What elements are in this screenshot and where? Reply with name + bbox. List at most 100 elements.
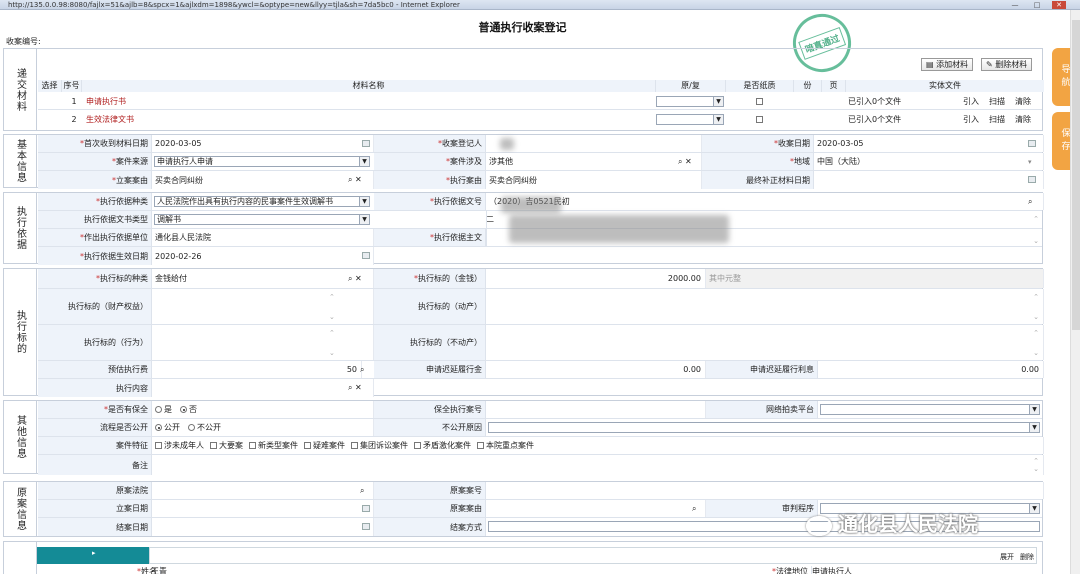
- page-scrollbar[interactable]: [1070, 10, 1080, 574]
- scroll-down-icon[interactable]: ⌄: [1033, 313, 1039, 321]
- source-select[interactable]: 申请执行人申请 ▼: [154, 156, 370, 167]
- import-link[interactable]: 引入: [963, 111, 987, 128]
- orig-select[interactable]: ▼: [656, 96, 724, 107]
- scroll-down-icon[interactable]: ⌄: [329, 349, 1039, 357]
- minimize-button[interactable]: —: [1008, 1, 1022, 9]
- feature-checkbox[interactable]: [304, 442, 311, 449]
- delay-field[interactable]: 0.00: [486, 361, 706, 378]
- delete-link[interactable]: 删除: [1020, 552, 1034, 562]
- fee-field[interactable]: 50: [152, 361, 362, 378]
- last-date-field[interactable]: [814, 171, 1044, 189]
- orig-select[interactable]: ▼: [656, 114, 724, 125]
- basis-type-label: 执行依据种类: [38, 193, 152, 210]
- calendar-icon[interactable]: [1028, 140, 1036, 147]
- search-icon[interactable]: ⌕: [360, 482, 374, 499]
- search-icon[interactable]: ⌕ ✕: [678, 153, 702, 170]
- form-row: 执行内容 ⌕ ✕: [38, 379, 1042, 397]
- case-no-label: 收案编号:: [6, 37, 41, 46]
- expand-link[interactable]: 展开: [1000, 552, 1014, 562]
- reason-select[interactable]: ▼: [488, 422, 1040, 433]
- kind-field[interactable]: 金钱给付: [152, 269, 374, 288]
- cause-label: 立案案由: [38, 171, 152, 189]
- preserve-yes-radio[interactable]: [155, 406, 162, 413]
- orig-date-field[interactable]: [152, 500, 374, 517]
- maximize-button[interactable]: □: [1030, 1, 1044, 9]
- scroll-up-icon[interactable]: ⌃: [1033, 293, 1039, 301]
- scroll-up-icon[interactable]: ⌃: [1033, 215, 1039, 223]
- clear-link[interactable]: 清除: [1015, 111, 1039, 128]
- scan-link[interactable]: 扫描: [989, 111, 1013, 128]
- form-row: 案件特征 涉未成年人 大要案 新类型案件 疑难案件 集团诉讼案件 矛盾激化案件 …: [38, 437, 1044, 455]
- party-tab-bar[interactable]: [37, 547, 1037, 564]
- caret-right-icon[interactable]: ▸: [92, 549, 96, 557]
- registrar-field[interactable]: [486, 135, 702, 152]
- involve-field[interactable]: 涉其他: [486, 153, 702, 170]
- delay-label: 申请迟延履行金: [374, 361, 486, 378]
- feature-checkbox[interactable]: [155, 442, 162, 449]
- scroll-up-icon[interactable]: ⌃: [329, 293, 1039, 301]
- scroll-down-icon[interactable]: ⌄: [1033, 465, 1039, 473]
- scroll-up-icon[interactable]: ⌃: [1033, 329, 1039, 337]
- first-date-field[interactable]: 2020-03-05: [152, 135, 374, 152]
- cause-field[interactable]: 买卖合同纠纷: [152, 171, 374, 189]
- calendar-icon[interactable]: [362, 523, 370, 530]
- paper-checkbox[interactable]: [756, 111, 776, 128]
- feature-checkbox[interactable]: [249, 442, 256, 449]
- search-icon[interactable]: ⌕ ✕: [348, 269, 372, 288]
- eff-date-field[interactable]: 2020-02-26: [152, 247, 374, 265]
- feature-checkbox[interactable]: [414, 442, 421, 449]
- calendar-icon[interactable]: [362, 505, 370, 512]
- exec-cause-field[interactable]: 买卖合同纠纷: [486, 171, 702, 189]
- remark-field[interactable]: [152, 455, 1044, 475]
- unit-label: 作出执行依据单位: [38, 229, 152, 246]
- search-icon[interactable]: ⌕: [1028, 193, 1040, 210]
- search-icon[interactable]: ⌕ ✕: [348, 379, 372, 397]
- clear-link[interactable]: 清除: [1015, 93, 1039, 109]
- docs-section: 递交材料 选择 序号 材料名称 原/复 是否纸质 份 页 实体文件 1 申请执行…: [3, 48, 1044, 131]
- search-icon[interactable]: ⌕: [360, 361, 374, 378]
- feature-checkbox[interactable]: [351, 442, 358, 449]
- close-button[interactable]: ✕: [1052, 1, 1066, 9]
- region-field[interactable]: 中国（大陆）: [814, 153, 1044, 170]
- calendar-icon[interactable]: [1028, 176, 1036, 183]
- nonpublic-radio[interactable]: [188, 424, 195, 431]
- feature-checkbox[interactable]: [477, 442, 484, 449]
- preserve-no-field[interactable]: [486, 401, 706, 418]
- recv-date-field[interactable]: 2020-03-05: [814, 135, 1044, 152]
- row-name: 申请执行书: [86, 96, 126, 106]
- calendar-icon[interactable]: [362, 252, 370, 259]
- content-field[interactable]: [152, 379, 374, 397]
- unit-field[interactable]: 通化县人民法院: [152, 229, 374, 246]
- scroll-down-icon[interactable]: ⌄: [329, 313, 1039, 321]
- paper-checkbox[interactable]: [756, 93, 776, 109]
- scroll-down-icon[interactable]: ⌄: [1033, 237, 1039, 245]
- public-radio[interactable]: [155, 424, 162, 431]
- orig-cause-label: 原案案由: [374, 500, 486, 517]
- col-copies: 份: [794, 80, 822, 92]
- public-label: 流程是否公开: [38, 419, 152, 436]
- feature-checkbox[interactable]: [210, 442, 217, 449]
- orig-cause-field[interactable]: [486, 500, 706, 517]
- docno-field[interactable]: （2020）吉0521民初: [486, 193, 1044, 210]
- search-icon[interactable]: ⌕: [692, 500, 706, 517]
- chevron-down-icon[interactable]: ▾: [1028, 153, 1040, 170]
- auction-select[interactable]: ▼: [820, 404, 1040, 415]
- scroll-down-icon[interactable]: ⌄: [1033, 349, 1039, 357]
- content-label: 执行内容: [38, 379, 152, 397]
- scrollbar-thumb[interactable]: [1072, 20, 1080, 330]
- redacted-docno: [501, 197, 561, 213]
- orig-no-field[interactable]: [486, 482, 1044, 499]
- basis-type-select[interactable]: 人民法院作出具有执行内容的民事案件生效调解书 ▼: [154, 196, 370, 207]
- scroll-up-icon[interactable]: ⌃: [1033, 457, 1039, 465]
- interest-field[interactable]: 0.00: [818, 361, 1044, 378]
- calendar-icon[interactable]: [362, 140, 370, 147]
- import-link[interactable]: 引入: [963, 93, 987, 109]
- end-date-field[interactable]: [152, 518, 374, 536]
- doctype-select[interactable]: 调解书 ▼: [154, 214, 370, 225]
- orig-court-field[interactable]: [152, 482, 374, 499]
- search-icon[interactable]: ⌕ ✕: [348, 171, 372, 189]
- money-field[interactable]: 2000.00: [486, 269, 706, 288]
- scroll-up-icon[interactable]: ⌃: [329, 329, 1039, 337]
- preserve-no-radio[interactable]: [180, 406, 187, 413]
- scan-link[interactable]: 扫描: [989, 93, 1013, 109]
